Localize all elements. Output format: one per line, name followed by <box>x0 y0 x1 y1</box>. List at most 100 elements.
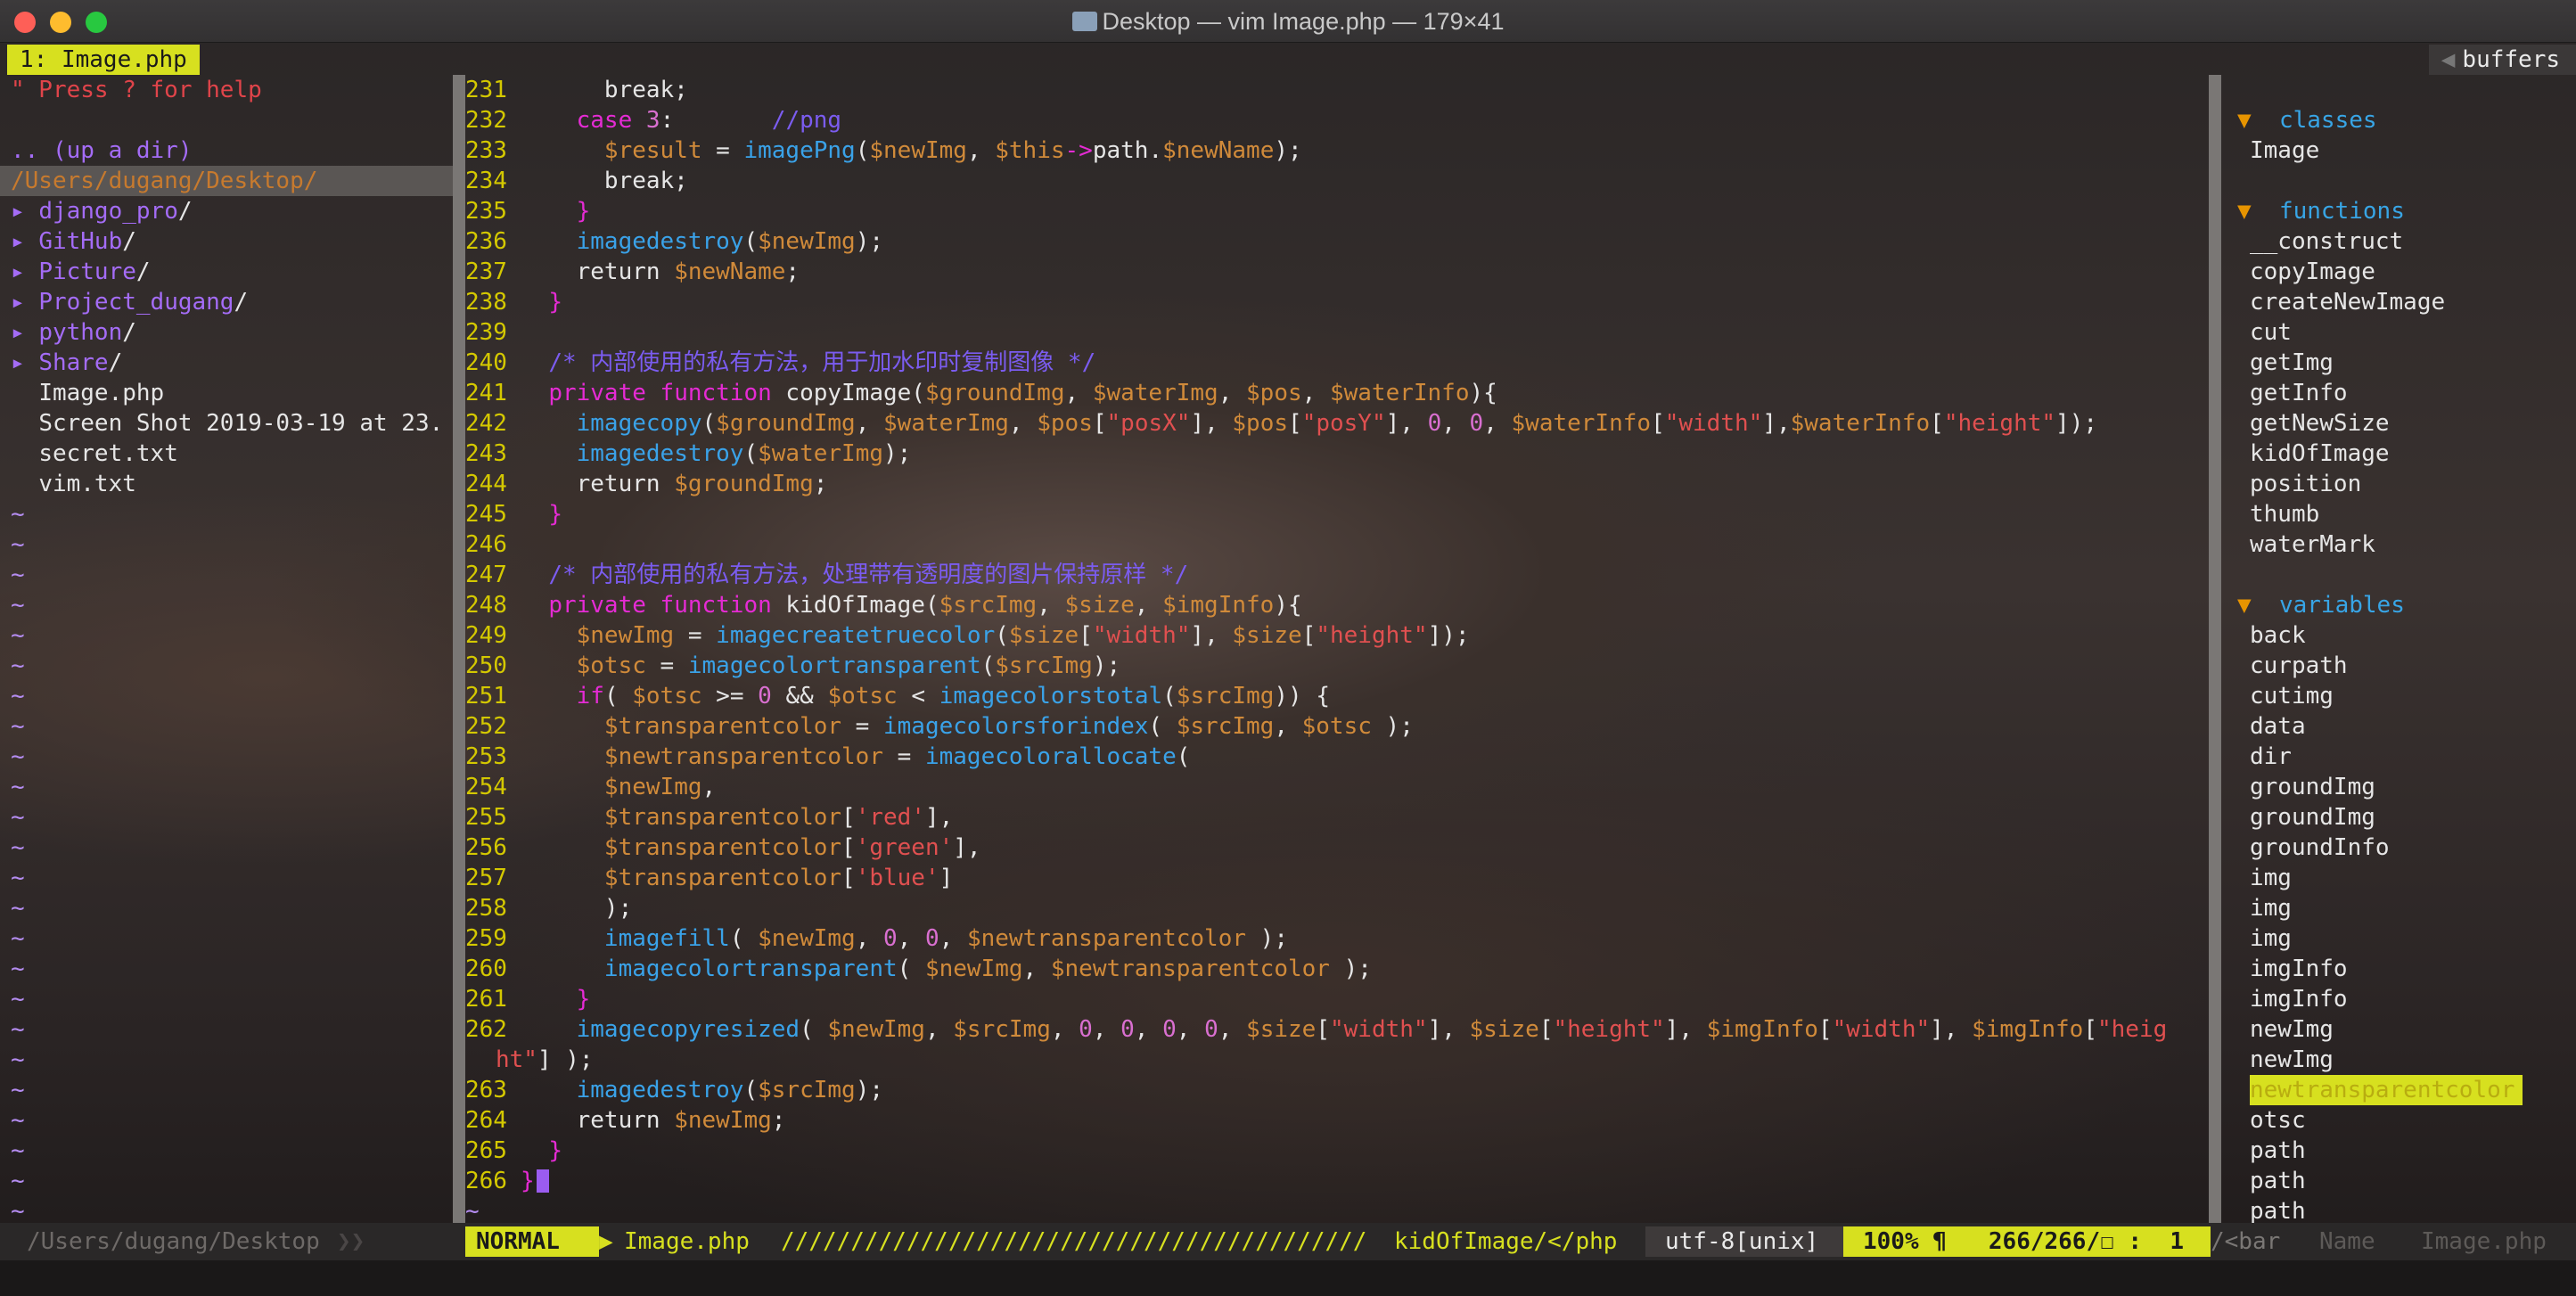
tree-empty-line-marker: ~ <box>11 865 25 891</box>
line-number: 266 <box>465 1168 507 1194</box>
code-token: 'green' <box>855 834 954 861</box>
tagbar-item[interactable]: img <box>2221 863 2576 893</box>
tree-cwd[interactable]: /Users/dugang/Desktop/ <box>0 166 453 196</box>
tree-entry[interactable]: ▸ Project_dugang/ <box>0 287 453 317</box>
code-editor[interactable]: 231 break; 232 case 3: //png 233 $result =… <box>465 75 2209 1223</box>
tagbar-item-label: imgInfo <box>2250 956 2348 982</box>
tagbar-item[interactable]: createNewImage <box>2221 287 2576 317</box>
code-line: 239 <box>465 317 2209 348</box>
vertical-split-left[interactable] <box>453 75 465 1223</box>
tagbar-item[interactable]: cut <box>2221 317 2576 348</box>
tree-entry[interactable]: Screen Shot 2019-03-19 at 23. <box>0 408 453 439</box>
code-token: $groundImg <box>924 380 1065 406</box>
tagbar-item[interactable]: waterMark <box>2221 529 2576 560</box>
tagbar-item-label: thumb <box>2250 501 2320 528</box>
code-token: $srcImg <box>939 592 1038 619</box>
tagbar-item[interactable]: groundImg <box>2221 772 2576 802</box>
tagbar-item[interactable]: Image <box>2221 135 2576 166</box>
code-token: , <box>924 1016 954 1043</box>
tagbar-group-header[interactable]: ▼ variables <box>2221 590 2576 620</box>
tagbar-item[interactable]: otsc <box>2221 1105 2576 1136</box>
tagbar-item[interactable]: position <box>2221 469 2576 499</box>
code-token: = <box>701 137 744 164</box>
tagbar-item-label: imgInfo <box>2250 986 2348 1013</box>
tree-entry-name: django_pro <box>38 198 178 225</box>
code-line: 258 ); <box>465 893 2209 923</box>
code-token: ( <box>980 652 996 679</box>
tagbar-item[interactable]: imgInfo <box>2221 954 2576 984</box>
tagbar-item[interactable]: path <box>2221 1166 2576 1196</box>
tab-image-php[interactable]: 1: Image.php <box>7 45 200 75</box>
tagbar-item[interactable]: copyImage <box>2221 257 2576 287</box>
tagbar-group-label: variables <box>2265 592 2405 619</box>
tagbar-item[interactable]: getNewSize <box>2221 408 2576 439</box>
code-token: return <box>521 471 675 497</box>
tagbar-group-header[interactable]: ▼ functions <box>2221 196 2576 226</box>
code-token: < <box>897 683 939 710</box>
tagbar-item[interactable]: __construct <box>2221 226 2576 257</box>
tree-empty-line-marker: ~ <box>11 895 25 922</box>
tagbar-item[interactable]: thumb <box>2221 499 2576 529</box>
tree-up-dir[interactable]: .. (up a dir) <box>0 135 453 166</box>
tagbar-item[interactable]: img <box>2221 893 2576 923</box>
tagbar-item[interactable]: cutimg <box>2221 681 2576 711</box>
tree-entry[interactable]: ▸ python/ <box>0 317 453 348</box>
code-token: $pos <box>1246 380 1302 406</box>
code-token: , <box>1064 380 1093 406</box>
tagbar-item[interactable]: groundImg <box>2221 802 2576 833</box>
tree-entry[interactable]: ▸ Picture/ <box>0 257 453 287</box>
status-percent: 100% ¶ <box>1863 1228 1947 1255</box>
tagbar-item[interactable]: data <box>2221 711 2576 742</box>
tree-entry[interactable]: vim.txt <box>0 469 453 499</box>
tagbar-item[interactable]: curpath <box>2221 651 2576 681</box>
tagbar-item[interactable]: getImg <box>2221 348 2576 378</box>
tree-entry-slash: / <box>135 258 151 285</box>
code-token: [ <box>1288 410 1302 437</box>
tagbar-item[interactable]: imgInfo <box>2221 984 2576 1014</box>
vertical-split-right[interactable] <box>2209 75 2221 1223</box>
code-token: [ <box>2083 1016 2097 1043</box>
tagbar-item[interactable]: img <box>2221 923 2576 954</box>
line-number: 264 <box>465 1107 507 1134</box>
code-line: 240 /* 内部使用的私有方法，用于加水印时复制图像 */ <box>465 348 2209 378</box>
code-token: ( <box>1162 683 1177 710</box>
tagbar-item[interactable]: dir <box>2221 742 2576 772</box>
code-line: 251 if( $otsc >= 0 && $otsc < imagecolor… <box>465 681 2209 711</box>
tree-entry[interactable]: ▸ Share/ <box>0 348 453 378</box>
tagbar-item[interactable]: kidOfImage <box>2221 439 2576 469</box>
tagbar-item[interactable]: groundInfo <box>2221 833 2576 863</box>
code-token: ; <box>771 1107 786 1134</box>
tagbar-item-label: Image <box>2250 137 2320 164</box>
tree-entry[interactable]: ▸ GitHub/ <box>0 226 453 257</box>
tagbar-item[interactable]: path <box>2221 1136 2576 1166</box>
tagbar-item[interactable]: back <box>2221 620 2576 651</box>
code-token: [ <box>841 804 856 831</box>
code-token: = <box>883 743 925 770</box>
code-line: 262 imagecopyresized( $newImg, $srcImg, … <box>465 1014 2209 1045</box>
tagbar-item[interactable]: newtransparentcolor <box>2221 1075 2576 1105</box>
command-line[interactable] <box>0 1260 2576 1296</box>
tagbar-item[interactable]: path <box>2221 1196 2576 1223</box>
tree-entry[interactable]: ▸ django_pro/ <box>0 196 453 226</box>
tree-entry[interactable]: Image.php <box>0 378 453 408</box>
tagbar-item[interactable]: newImg <box>2221 1045 2576 1075</box>
tree-empty-line-marker: ~ <box>11 592 25 619</box>
line-number: 243 <box>465 440 507 467</box>
line-number: 251 <box>465 683 507 710</box>
tree-entry[interactable]: secret.txt <box>0 439 453 469</box>
code-token: ( <box>743 228 759 255</box>
status-current-tag: kidOfImage/</php <box>1394 1228 1618 1255</box>
tagbar-item[interactable]: newImg <box>2221 1014 2576 1045</box>
code-token: , <box>1134 592 1163 619</box>
tagbar-item[interactable]: getInfo <box>2221 378 2576 408</box>
code-token: ] <box>939 865 954 891</box>
tagbar-group-header[interactable]: ▼ classes <box>2221 105 2576 135</box>
code-token: ]); <box>2055 410 2098 437</box>
